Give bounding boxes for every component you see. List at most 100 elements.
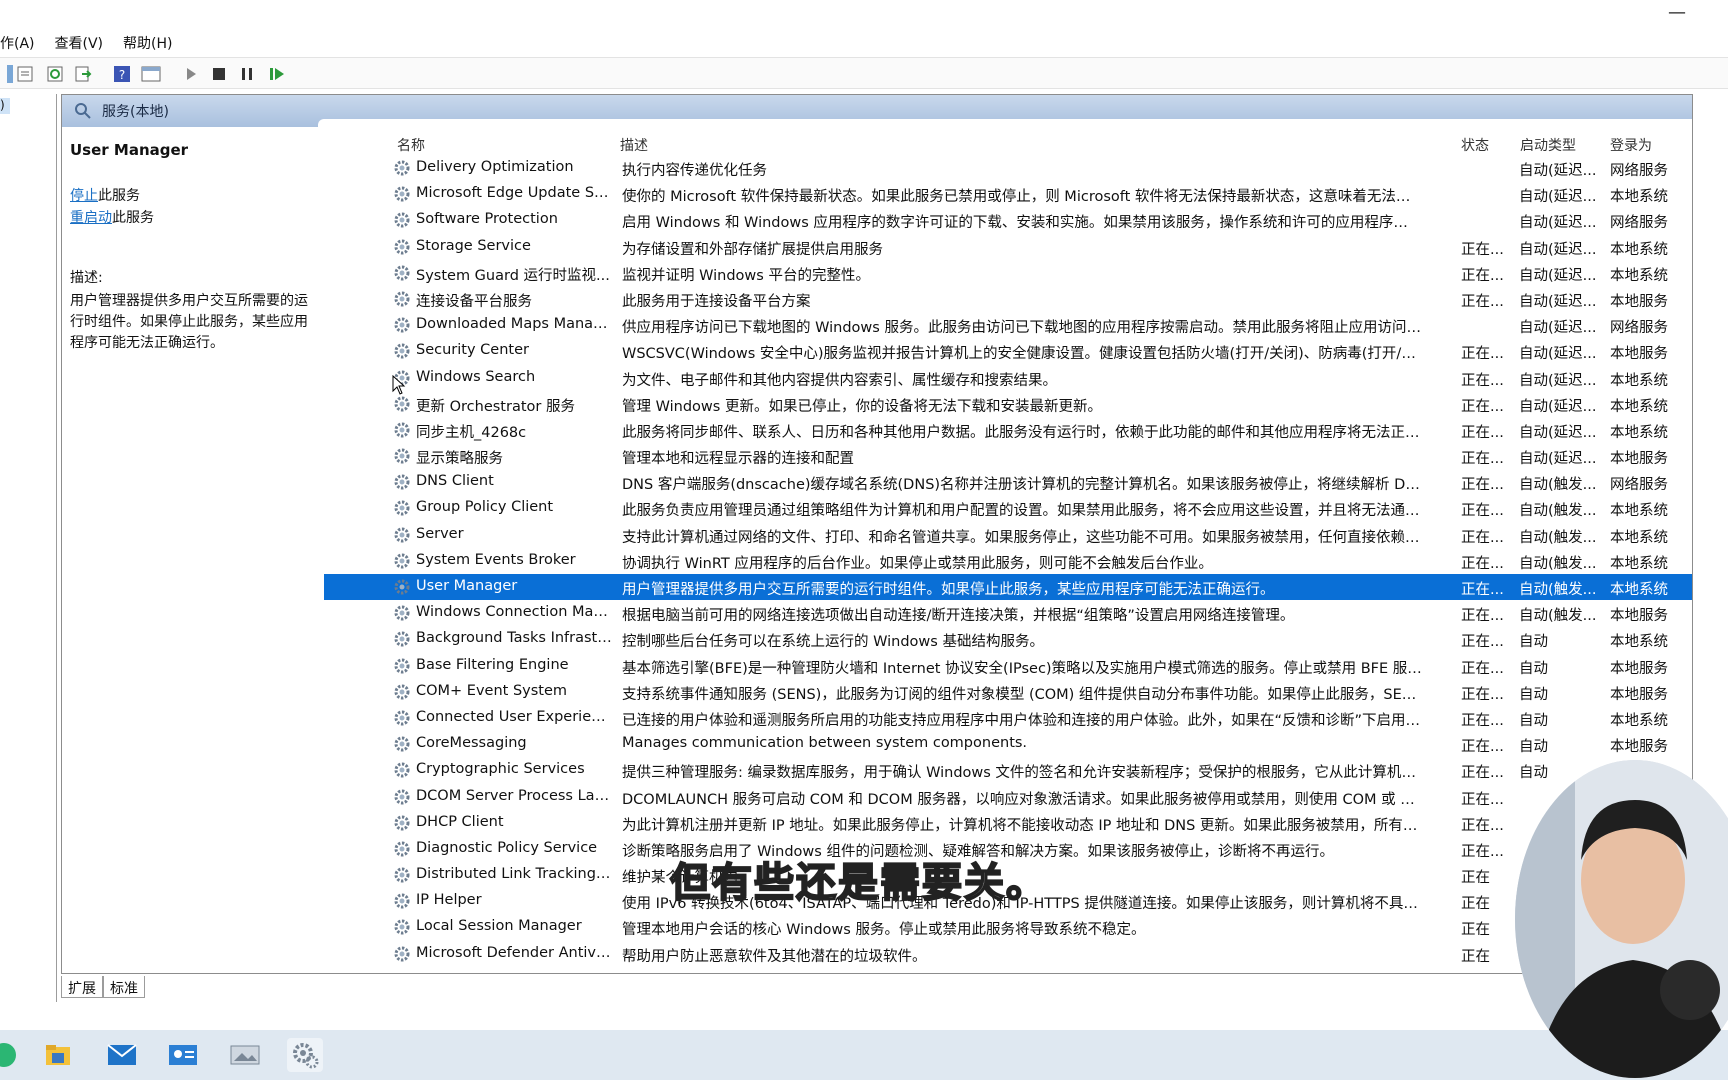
service-startup-type: 自动(延迟... xyxy=(1519,451,1597,468)
column-log-on-as[interactable]: 登录为 xyxy=(1610,135,1652,155)
table-row[interactable]: Microsoft Defender Antivir... 帮助用户防止恶意软件及… xyxy=(324,941,1692,967)
table-row[interactable]: Microsoft Edge Update Ser... 使你的 Microsof… xyxy=(324,181,1692,207)
table-row[interactable]: Windows Search 为文件、电子邮件和其他内容提供内容索引、属性缓存和搜… xyxy=(324,365,1692,391)
service-gear-icon xyxy=(393,316,411,334)
services-icon[interactable] xyxy=(287,1038,323,1072)
table-row[interactable]: CoreMessaging Manages communication betwe… xyxy=(324,731,1692,757)
table-row[interactable]: 同步主机_4268c 此服务将同步邮件、联系人、日历和各种其他用户数据。此服务没有… xyxy=(324,417,1692,443)
header-divider xyxy=(318,119,1692,129)
service-gear-icon xyxy=(393,840,411,858)
start-icon[interactable] xyxy=(181,64,201,84)
service-description: WSCSVC(Windows 安全中心)服务监视并报告计算机上的安全健康设置。健… xyxy=(622,346,1422,363)
table-row[interactable]: COM+ Event System 支持系统事件通知服务 (SENS)，此服务为订… xyxy=(324,679,1692,705)
table-row[interactable]: Storage Service 为存储设置和外部存储扩展提供启用服务 正在... 自动… xyxy=(324,234,1692,260)
service-description: 协调执行 WinRT 应用程序的后台作业。如果停止或禁用此服务，则可能不会触发后… xyxy=(622,555,1213,572)
column-name[interactable]: 名称 xyxy=(397,135,425,155)
service-status: 正在... xyxy=(1461,529,1504,546)
service-log-on-as: 本地系统 xyxy=(1610,267,1668,284)
table-row[interactable]: DCOM Server Process Lau... DCOMLAUNCH 服务可… xyxy=(324,784,1692,810)
service-status: 正在... xyxy=(1461,555,1504,572)
properties-icon[interactable] xyxy=(15,64,35,84)
service-description: 支持此计算机通过网络的文件、打印、和命名管道共享。如果服务停止，这些功能不可用。… xyxy=(622,529,1422,546)
table-row[interactable]: System Events Broker 协调执行 WinRT 应用程序的后台作业… xyxy=(324,548,1692,574)
service-name: Windows Search xyxy=(416,368,536,385)
services-pane: 服务(本地) User Manager 停止此服务 重启动此服务 描述: 用户管… xyxy=(61,94,1693,974)
column-headers: 名称 描述 状态 启动类型 登录为 xyxy=(324,129,1692,157)
service-startup-type: 自动 xyxy=(1519,739,1548,756)
description-text: 用户管理器提供多用户交互所需要的运行时组件。如果停止此服务，某些应用程序可能无法… xyxy=(70,293,308,351)
service-log-on-as: 网络服务 xyxy=(1610,215,1668,232)
photos-icon[interactable] xyxy=(227,1038,263,1072)
service-description: 帮助用户防止恶意软件及其他潜在的垃圾软件。 xyxy=(622,948,927,965)
service-startup-type: 自动(延迟... xyxy=(1519,267,1597,284)
service-description: 此服务负责应用管理员通过组策略组件为计算机和用户配置的设置。如果禁用此服务，将不… xyxy=(622,503,1422,520)
tree-item-services[interactable]: ) xyxy=(0,98,10,114)
restart-service-link[interactable]: 重启动 xyxy=(70,210,112,226)
service-status: 正在... xyxy=(1461,267,1504,284)
table-row[interactable]: DNS Client DNS 客户端服务(dnscache)缓存域名系统(DNS)… xyxy=(324,469,1692,495)
service-startup-type: 自动 xyxy=(1519,686,1548,703)
console-view-icon[interactable] xyxy=(141,64,161,84)
restart-service-suffix: 此服务 xyxy=(112,210,154,226)
table-row[interactable]: DHCP Client 为此计算机注册并更新 IP 地址。如果此服务停止，计算机将… xyxy=(324,810,1692,836)
refresh-icon[interactable] xyxy=(45,64,65,84)
table-row[interactable]: Background Tasks Infrastru... 控制哪些后台任务可以在… xyxy=(324,626,1692,652)
tab-extended[interactable]: 扩展 xyxy=(61,976,103,998)
menu-action[interactable]: 作(A) xyxy=(0,33,45,53)
table-row[interactable]: 连接设备平台服务 此服务用于连接设备平台方案 正在... 自动(延迟... 本地服务 xyxy=(324,286,1692,312)
column-status[interactable]: 状态 xyxy=(1461,135,1489,155)
table-row[interactable]: Cryptographic Services 提供三种管理服务: 编录数据库服务，… xyxy=(324,757,1692,783)
menu-help[interactable]: 帮助(H) xyxy=(113,33,182,53)
table-row[interactable]: Connected User Experienc... 已连接的用户体验和遥测服务… xyxy=(324,705,1692,731)
service-startup-type: 自动(触发... xyxy=(1519,582,1597,598)
menu-view[interactable]: 查看(V) xyxy=(45,33,114,53)
table-row[interactable]: Server 支持此计算机通过网络的文件、打印、和命名管道共享。如果服务停止，这些… xyxy=(324,522,1692,548)
service-gear-icon xyxy=(393,945,411,963)
stop-service-link[interactable]: 停止 xyxy=(70,188,98,204)
service-description: 用户管理器提供多用户交互所需要的运行时组件。如果停止此服务，某些应用程序可能无法… xyxy=(622,582,1275,598)
pause-icon[interactable] xyxy=(237,64,257,84)
service-description: DNS 客户端服务(dnscache)缓存域名系统(DNS)名称并注册该计算机的… xyxy=(622,477,1422,494)
service-log-on-as: 本地系统 xyxy=(1610,712,1668,729)
table-row[interactable]: Downloaded Maps Manager 供应用程序访问已下载地图的 Win… xyxy=(324,312,1692,338)
service-status: 正在... xyxy=(1461,503,1504,520)
table-row[interactable]: Base Filtering Engine 基本筛选引擎(BFE)是一种管理防火墙… xyxy=(324,653,1692,679)
service-log-on-as: 本地系统 xyxy=(1610,241,1668,258)
service-startup-type: 自动(延迟... xyxy=(1519,398,1597,415)
table-row[interactable]: User Manager 用户管理器提供多用户交互所需要的运行时组件。如果停止此服… xyxy=(324,574,1692,601)
file-explorer-icon[interactable] xyxy=(40,1038,76,1072)
table-row[interactable]: Delivery Optimization 执行内容传递优化任务 自动(延迟... 网… xyxy=(324,155,1692,181)
table-row[interactable]: System Guard 运行时监视... 监视并证明 Windows 平台的完整… xyxy=(324,260,1692,286)
service-log-on-as: 网络服务 xyxy=(1610,477,1668,494)
column-description[interactable]: 描述 xyxy=(620,135,648,155)
table-row[interactable]: Group Policy Client 此服务负责应用管理员通过组策略组件为计算机… xyxy=(324,495,1692,521)
contacts-icon[interactable] xyxy=(165,1038,201,1072)
mail-icon[interactable] xyxy=(104,1038,140,1072)
column-startup-type[interactable]: 启动类型 xyxy=(1520,135,1576,155)
table-row[interactable]: 更新 Orchestrator 服务 管理 Windows 更新。如果已停止，你的… xyxy=(324,391,1692,417)
table-row[interactable]: Local Session Manager 管理本地用户会话的核心 Windows… xyxy=(324,914,1692,940)
tab-standard[interactable]: 标准 xyxy=(103,976,145,998)
service-status: 正在... xyxy=(1461,241,1504,258)
browser-icon[interactable] xyxy=(0,1038,22,1072)
restart-icon[interactable] xyxy=(267,64,287,84)
service-gear-icon xyxy=(393,866,411,884)
table-row[interactable]: 显示策略服务 管理本地和远程显示器的连接和配置 正在... 自动(延迟... 本地服务 xyxy=(324,443,1692,469)
service-gear-icon xyxy=(393,788,411,806)
minimize-button[interactable]: — xyxy=(1668,2,1686,23)
service-name: DNS Client xyxy=(416,473,494,490)
table-row[interactable]: Security Center WSCSVC(Windows 安全中心)服务监视并… xyxy=(324,338,1692,364)
stop-icon[interactable] xyxy=(209,64,229,84)
table-row[interactable]: Software Protection 启用 Windows 和 Windows … xyxy=(324,207,1692,233)
export-icon[interactable] xyxy=(73,64,93,84)
selected-service-name: User Manager xyxy=(70,141,189,159)
service-gear-icon xyxy=(393,709,411,727)
service-gear-icon xyxy=(393,604,411,622)
service-log-on-as: 本地服务 xyxy=(1610,739,1668,756)
table-row[interactable]: Windows Connection Man... 根据电脑当前可用的网络连接选项… xyxy=(324,600,1692,626)
title-bar: — xyxy=(0,0,1728,30)
service-name: Security Center xyxy=(416,342,529,359)
service-startup-type: 自动 xyxy=(1519,660,1548,677)
help-icon[interactable]: ? xyxy=(112,64,132,84)
service-gear-icon xyxy=(393,814,411,832)
